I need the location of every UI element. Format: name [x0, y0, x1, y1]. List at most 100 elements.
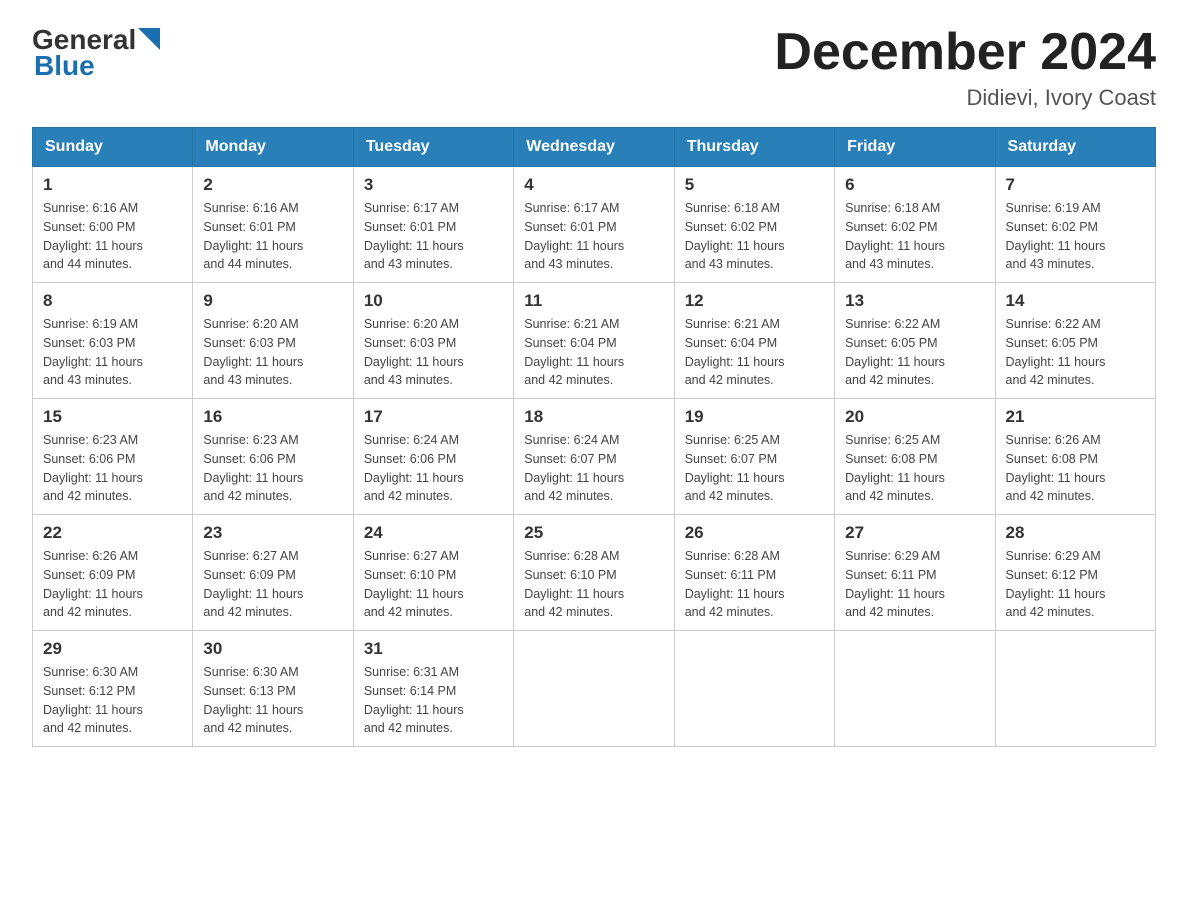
- calendar-day-14: 14 Sunrise: 6:22 AMSunset: 6:05 PMDayligh…: [995, 283, 1155, 399]
- day-number: 26: [685, 523, 824, 543]
- day-number: 9: [203, 291, 342, 311]
- logo-triangle-icon: [138, 28, 160, 50]
- calendar-subtitle: Didievi, Ivory Coast: [774, 85, 1156, 111]
- calendar-day-7: 7Sunrise: 6:19 AMSunset: 6:02 PMDaylight…: [995, 167, 1155, 283]
- calendar-day-8: 8 Sunrise: 6:19 AMSunset: 6:03 PMDaylight…: [33, 283, 193, 399]
- day-number: 28: [1006, 523, 1145, 543]
- day-info: Sunrise: 6:16 AMSunset: 6:00 PMDaylight:…: [43, 199, 182, 274]
- day-number: 20: [845, 407, 984, 427]
- day-number: 22: [43, 523, 182, 543]
- calendar-day-5: 5 Sunrise: 6:18 AMSunset: 6:02 PMDaylight…: [674, 167, 834, 283]
- day-info: Sunrise: 6:20 AMSunset: 6:03 PMDaylight:…: [364, 315, 503, 390]
- day-number: 3: [364, 175, 503, 195]
- calendar-day-24: 24Sunrise: 6:27 AMSunset: 6:10 PMDayligh…: [353, 515, 513, 631]
- day-number: 23: [203, 523, 342, 543]
- calendar-empty-cell: [835, 631, 995, 747]
- day-number: 25: [524, 523, 663, 543]
- calendar-day-2: 2Sunrise: 6:16 AMSunset: 6:01 PMDaylight…: [193, 167, 353, 283]
- day-number: 8: [43, 291, 182, 311]
- day-info: Sunrise: 6:20 AMSunset: 6:03 PMDaylight:…: [203, 315, 342, 390]
- calendar-empty-cell: [995, 631, 1155, 747]
- day-number: 14: [1006, 291, 1145, 311]
- calendar-day-27: 27 Sunrise: 6:29 AMSunset: 6:11 PMDayligh…: [835, 515, 995, 631]
- col-wednesday: Wednesday: [514, 128, 674, 167]
- day-number: 31: [364, 639, 503, 659]
- calendar-day-31: 31Sunrise: 6:31 AMSunset: 6:14 PMDayligh…: [353, 631, 513, 747]
- day-info: Sunrise: 6:28 AMSunset: 6:10 PMDaylight:…: [524, 547, 663, 622]
- day-number: 2: [203, 175, 342, 195]
- calendar-day-10: 10Sunrise: 6:20 AMSunset: 6:03 PMDayligh…: [353, 283, 513, 399]
- day-info: Sunrise: 6:30 AMSunset: 6:13 PMDaylight:…: [203, 663, 342, 738]
- day-number: 4: [524, 175, 663, 195]
- day-info: Sunrise: 6:25 AMSunset: 6:08 PMDaylight:…: [845, 431, 984, 506]
- day-number: 1: [43, 175, 182, 195]
- calendar-day-3: 3 Sunrise: 6:17 AMSunset: 6:01 PMDaylight…: [353, 167, 513, 283]
- calendar-empty-cell: [674, 631, 834, 747]
- day-info: Sunrise: 6:18 AMSunset: 6:02 PMDaylight:…: [845, 199, 984, 274]
- day-info: Sunrise: 6:27 AMSunset: 6:10 PMDaylight:…: [364, 547, 503, 622]
- calendar-day-15: 15 Sunrise: 6:23 AMSunset: 6:06 PMDayligh…: [33, 399, 193, 515]
- calendar-week-5: 29 Sunrise: 6:30 AMSunset: 6:12 PMDayligh…: [33, 631, 1156, 747]
- calendar-week-3: 15 Sunrise: 6:23 AMSunset: 6:06 PMDayligh…: [33, 399, 1156, 515]
- day-info: Sunrise: 6:29 AMSunset: 6:11 PMDaylight:…: [845, 547, 984, 622]
- day-info: Sunrise: 6:25 AMSunset: 6:07 PMDaylight:…: [685, 431, 824, 506]
- calendar-day-11: 11 Sunrise: 6:21 AMSunset: 6:04 PMDayligh…: [514, 283, 674, 399]
- day-number: 30: [203, 639, 342, 659]
- calendar-day-28: 28 Sunrise: 6:29 AMSunset: 6:12 PMDayligh…: [995, 515, 1155, 631]
- day-info: Sunrise: 6:21 AMSunset: 6:04 PMDaylight:…: [524, 315, 663, 390]
- day-number: 5: [685, 175, 824, 195]
- calendar-day-26: 26 Sunrise: 6:28 AMSunset: 6:11 PMDayligh…: [674, 515, 834, 631]
- calendar-day-25: 25 Sunrise: 6:28 AMSunset: 6:10 PMDayligh…: [514, 515, 674, 631]
- day-info: Sunrise: 6:19 AMSunset: 6:03 PMDaylight:…: [43, 315, 182, 390]
- col-thursday: Thursday: [674, 128, 834, 167]
- day-info: Sunrise: 6:24 AMSunset: 6:06 PMDaylight:…: [364, 431, 503, 506]
- calendar-day-18: 18 Sunrise: 6:24 AMSunset: 6:07 PMDayligh…: [514, 399, 674, 515]
- day-number: 27: [845, 523, 984, 543]
- day-info: Sunrise: 6:22 AMSunset: 6:05 PMDaylight:…: [845, 315, 984, 390]
- calendar-day-23: 23Sunrise: 6:27 AMSunset: 6:09 PMDayligh…: [193, 515, 353, 631]
- calendar-day-9: 9 Sunrise: 6:20 AMSunset: 6:03 PMDaylight…: [193, 283, 353, 399]
- calendar-week-2: 8 Sunrise: 6:19 AMSunset: 6:03 PMDaylight…: [33, 283, 1156, 399]
- col-saturday: Saturday: [995, 128, 1155, 167]
- calendar-day-6: 6Sunrise: 6:18 AMSunset: 6:02 PMDaylight…: [835, 167, 995, 283]
- day-info: Sunrise: 6:24 AMSunset: 6:07 PMDaylight:…: [524, 431, 663, 506]
- calendar-day-20: 20 Sunrise: 6:25 AMSunset: 6:08 PMDayligh…: [835, 399, 995, 515]
- day-number: 18: [524, 407, 663, 427]
- calendar-day-17: 17Sunrise: 6:24 AMSunset: 6:06 PMDayligh…: [353, 399, 513, 515]
- col-sunday: Sunday: [33, 128, 193, 167]
- day-number: 12: [685, 291, 824, 311]
- day-number: 19: [685, 407, 824, 427]
- day-number: 29: [43, 639, 182, 659]
- col-monday: Monday: [193, 128, 353, 167]
- calendar-table: Sunday Monday Tuesday Wednesday Thursday…: [32, 127, 1156, 747]
- logo: General Blue: [32, 24, 160, 82]
- day-number: 21: [1006, 407, 1145, 427]
- day-info: Sunrise: 6:30 AMSunset: 6:12 PMDaylight:…: [43, 663, 182, 738]
- day-info: Sunrise: 6:19 AMSunset: 6:02 PMDaylight:…: [1006, 199, 1145, 274]
- day-number: 15: [43, 407, 182, 427]
- calendar-empty-cell: [514, 631, 674, 747]
- day-number: 16: [203, 407, 342, 427]
- day-info: Sunrise: 6:29 AMSunset: 6:12 PMDaylight:…: [1006, 547, 1145, 622]
- day-info: Sunrise: 6:17 AMSunset: 6:01 PMDaylight:…: [524, 199, 663, 274]
- day-info: Sunrise: 6:26 AMSunset: 6:09 PMDaylight:…: [43, 547, 182, 622]
- calendar-day-19: 19 Sunrise: 6:25 AMSunset: 6:07 PMDayligh…: [674, 399, 834, 515]
- calendar-day-29: 29 Sunrise: 6:30 AMSunset: 6:12 PMDayligh…: [33, 631, 193, 747]
- calendar-day-16: 16Sunrise: 6:23 AMSunset: 6:06 PMDayligh…: [193, 399, 353, 515]
- calendar-week-1: 1 Sunrise: 6:16 AMSunset: 6:00 PMDaylight…: [33, 167, 1156, 283]
- calendar-header-row: Sunday Monday Tuesday Wednesday Thursday…: [33, 128, 1156, 167]
- day-info: Sunrise: 6:17 AMSunset: 6:01 PMDaylight:…: [364, 199, 503, 274]
- calendar-day-12: 12Sunrise: 6:21 AMSunset: 6:04 PMDayligh…: [674, 283, 834, 399]
- calendar-day-13: 13Sunrise: 6:22 AMSunset: 6:05 PMDayligh…: [835, 283, 995, 399]
- day-info: Sunrise: 6:23 AMSunset: 6:06 PMDaylight:…: [43, 431, 182, 506]
- page-header: General Blue December 2024 Didievi, Ivor…: [32, 24, 1156, 111]
- day-info: Sunrise: 6:26 AMSunset: 6:08 PMDaylight:…: [1006, 431, 1145, 506]
- day-info: Sunrise: 6:22 AMSunset: 6:05 PMDaylight:…: [1006, 315, 1145, 390]
- day-info: Sunrise: 6:18 AMSunset: 6:02 PMDaylight:…: [685, 199, 824, 274]
- calendar-day-21: 21 Sunrise: 6:26 AMSunset: 6:08 PMDayligh…: [995, 399, 1155, 515]
- day-info: Sunrise: 6:28 AMSunset: 6:11 PMDaylight:…: [685, 547, 824, 622]
- title-section: December 2024 Didievi, Ivory Coast: [774, 24, 1156, 111]
- calendar-day-30: 30 Sunrise: 6:30 AMSunset: 6:13 PMDayligh…: [193, 631, 353, 747]
- day-number: 11: [524, 291, 663, 311]
- calendar-day-1: 1 Sunrise: 6:16 AMSunset: 6:00 PMDaylight…: [33, 167, 193, 283]
